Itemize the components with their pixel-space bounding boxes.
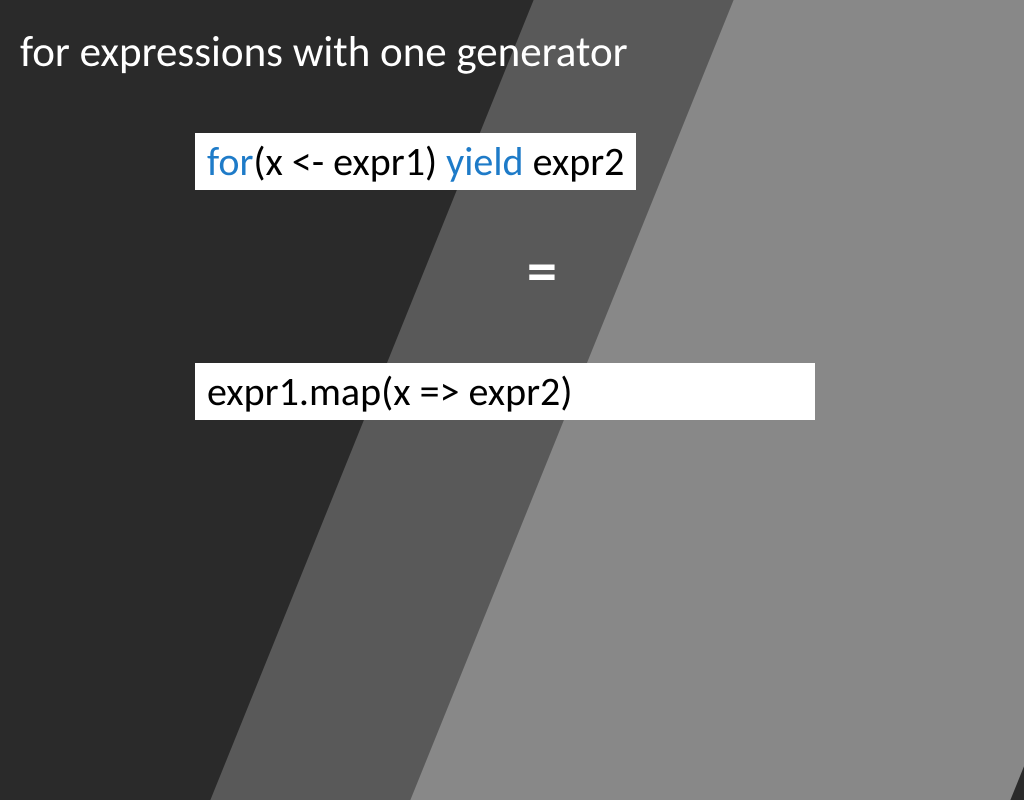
slide-title: for expressions with one generator	[20, 25, 1004, 78]
equals-symbol: =	[20, 235, 1004, 308]
code-row-top: for(x <- expr1) yield expr2	[20, 133, 1004, 190]
slide-content: for expressions with one generator for(x…	[0, 0, 1024, 576]
code-row-bottom: expr1.map(x => expr2)	[20, 363, 1004, 420]
code-box-for-expression: for(x <- expr1) yield expr2	[195, 133, 636, 190]
code-box-map-expression: expr1.map(x => expr2)	[195, 363, 815, 420]
code-segment-2: expr2	[524, 137, 625, 186]
code-segment-1: (x <- expr1)	[253, 137, 446, 186]
keyword-yield: yield	[446, 137, 523, 186]
keyword-for: for	[207, 137, 253, 186]
